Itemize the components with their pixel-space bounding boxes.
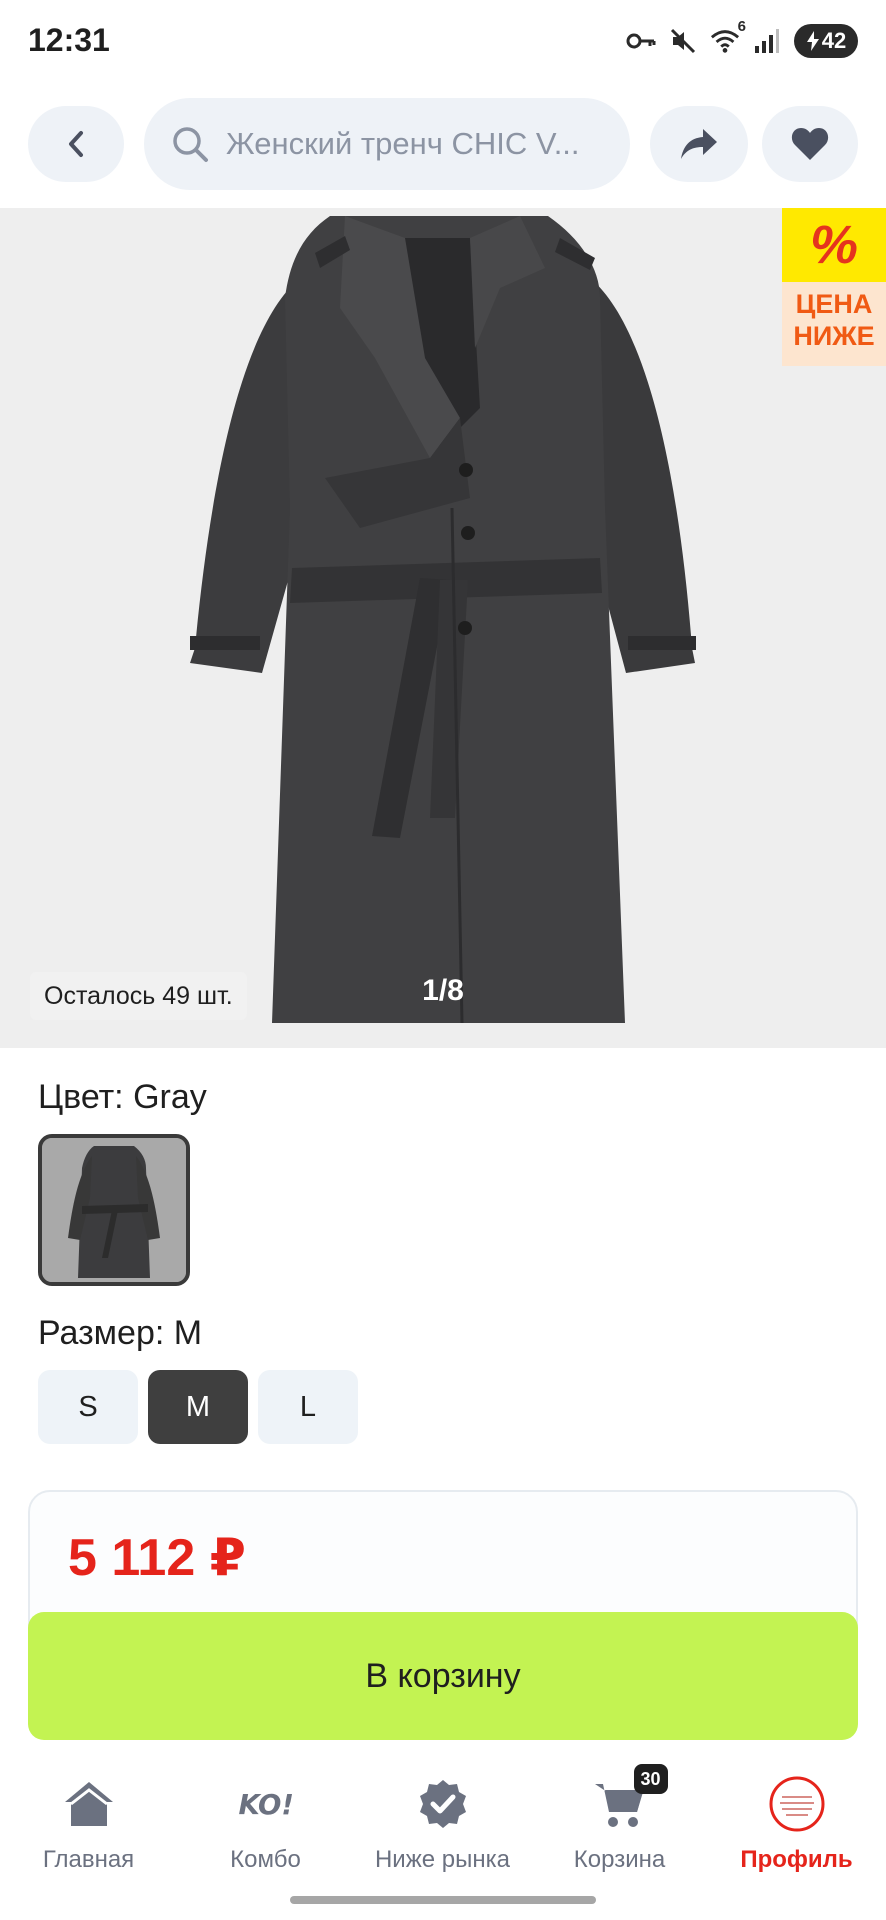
- search-query: Женский тренч CHIC V...: [226, 126, 580, 161]
- nav-label-home: Главная: [42, 1846, 135, 1873]
- status-bar: 12:31 6 42: [0, 0, 886, 84]
- size-option-s[interactable]: S: [38, 1370, 138, 1444]
- promo-badge[interactable]: % ЦЕНА НИЖЕ: [782, 208, 886, 366]
- image-counter: 1/8: [422, 974, 464, 1007]
- nav-item-profile[interactable]: Профиль: [708, 1774, 885, 1874]
- share-button[interactable]: [650, 106, 748, 182]
- home-indicator[interactable]: [290, 1896, 596, 1904]
- nav-item-cart[interactable]: 30 Корзина: [531, 1764, 708, 1874]
- signal-icon: [752, 26, 782, 56]
- nav-item-below-market[interactable]: Ниже рынка: [354, 1774, 531, 1874]
- search-input[interactable]: Женский тренч CHIC V...: [144, 98, 630, 190]
- add-to-cart-button[interactable]: В корзину: [28, 1612, 858, 1740]
- promo-text-line-1: ЦЕНА: [795, 289, 873, 319]
- product-price: 5 112 ₽: [68, 1529, 246, 1587]
- battery-indicator: 42: [794, 24, 858, 58]
- size-label: Размер: M: [38, 1314, 203, 1352]
- wifi-icon: 6: [710, 18, 746, 56]
- nav-label-profile: Профиль: [740, 1846, 853, 1873]
- heart-icon: [791, 128, 829, 160]
- color-swatch-thumbnail: [42, 1138, 186, 1282]
- status-icons: 6 42: [626, 18, 858, 58]
- home-icon: [59, 1774, 119, 1834]
- favorite-button[interactable]: [762, 106, 858, 182]
- verified-badge-icon: [413, 1774, 473, 1834]
- top-bar: Женский тренч CHIC V...: [0, 96, 886, 192]
- color-label: Цвет: Gray: [38, 1078, 207, 1116]
- search-icon: [173, 127, 208, 162]
- size-option-m[interactable]: M: [148, 1370, 248, 1444]
- share-arrow-icon: [681, 129, 717, 159]
- size-option-l[interactable]: L: [258, 1370, 358, 1444]
- product-image-trench-coat: [190, 216, 696, 1024]
- bolt-icon: [806, 31, 819, 51]
- nav-label-combo: Комбо: [230, 1846, 301, 1873]
- cart-count-badge: 30: [633, 1764, 668, 1794]
- chevron-left-icon: [69, 131, 83, 157]
- size-selector: S M L: [38, 1370, 358, 1444]
- network-badge: 6: [737, 18, 746, 35]
- avatar-icon: [767, 1774, 827, 1834]
- status-time: 12:31: [28, 22, 110, 58]
- percent-icon: %: [809, 215, 858, 275]
- cart-icon: 30: [590, 1764, 668, 1834]
- svg-text:KO!: KO!: [238, 1789, 293, 1821]
- nav-label-cart: Корзина: [573, 1846, 666, 1873]
- nav-label-below-market: Ниже рынка: [374, 1846, 511, 1873]
- nav-item-home[interactable]: Главная: [0, 1774, 177, 1874]
- promo-text-line-2: НИЖЕ: [793, 321, 875, 351]
- back-button[interactable]: [28, 106, 124, 182]
- product-gallery[interactable]: % ЦЕНА НИЖЕ Осталось 49 шт. 1/8: [0, 208, 886, 1048]
- key-icon: [626, 26, 656, 56]
- mute-icon: [668, 26, 698, 56]
- promo-text: ЦЕНА НИЖЕ: [782, 288, 886, 352]
- combo-logo-icon: KO!: [236, 1774, 296, 1834]
- nav-item-combo[interactable]: KO! Комбо: [177, 1774, 354, 1874]
- color-swatch-gray[interactable]: [38, 1134, 190, 1286]
- battery-level: 42: [821, 28, 847, 53]
- stock-left-chip: Осталось 49 шт.: [30, 972, 247, 1020]
